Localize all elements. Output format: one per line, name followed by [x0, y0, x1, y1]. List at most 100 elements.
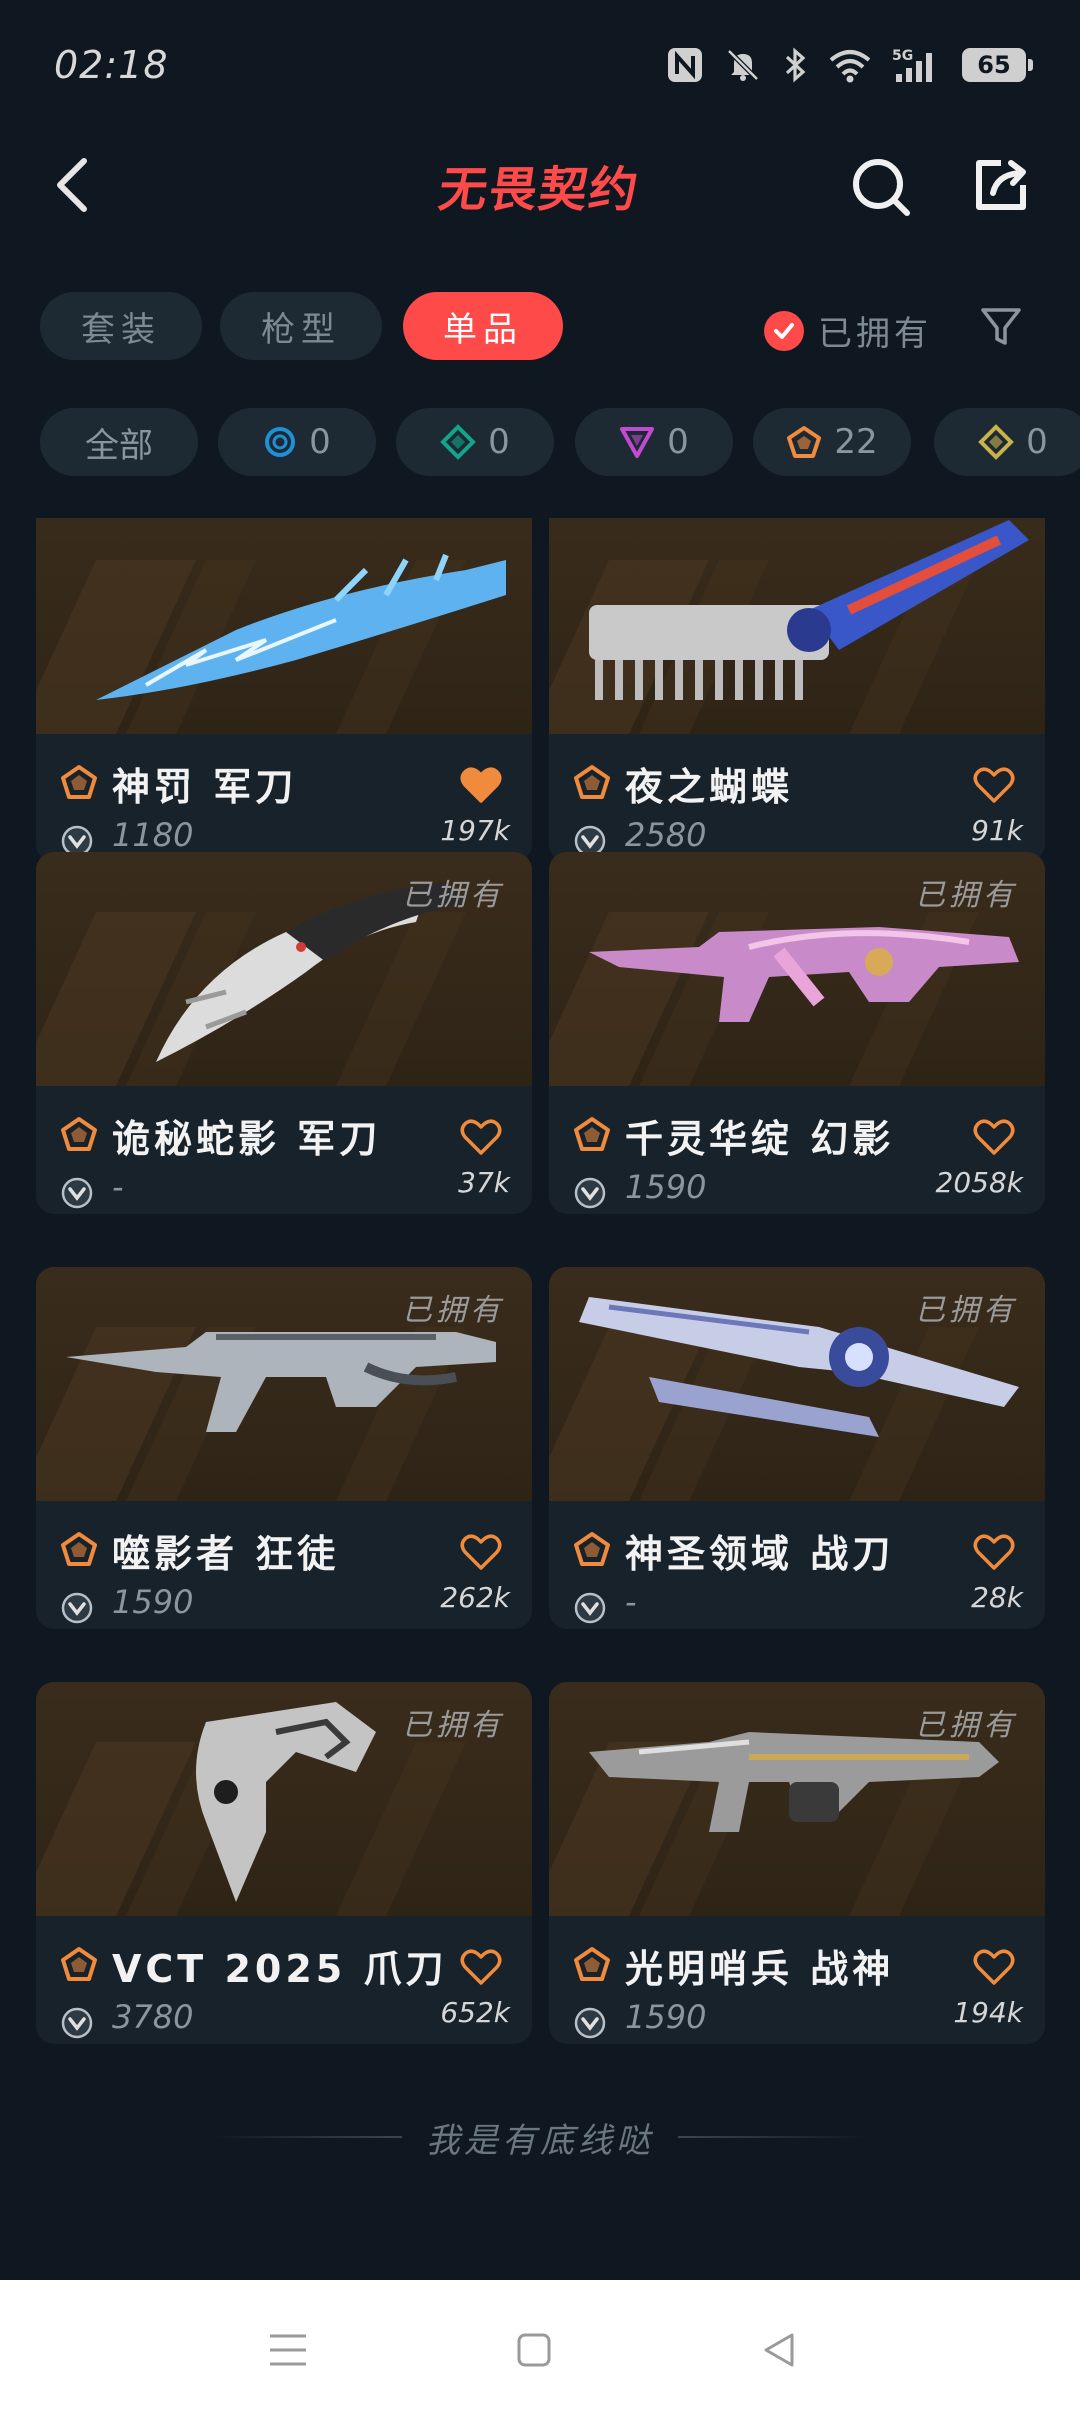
- home-button[interactable]: [504, 2320, 564, 2380]
- like-count: 91k: [971, 814, 1023, 847]
- filter-icon: [981, 308, 1021, 345]
- owned-badge: 已拥有: [402, 1708, 504, 1743]
- tab-bundles[interactable]: 套装: [40, 292, 202, 360]
- exclusive-tier-icon: [61, 1532, 97, 1566]
- status-bar: 02:18 5G 65: [0, 0, 1080, 130]
- heart-icon[interactable]: [973, 1118, 1015, 1156]
- tab-weapon-types[interactable]: 枪型: [220, 292, 382, 360]
- share-button[interactable]: [968, 152, 1034, 218]
- item-name: 噬影者 狂徒: [112, 1532, 340, 1576]
- divider: [212, 2136, 402, 2138]
- item-info: 千灵华绽 幻影 1590 2058k: [549, 1086, 1045, 1214]
- search-icon: [853, 159, 910, 216]
- tier-filter-row: 全部 0 0 0 22 0: [0, 408, 1080, 478]
- item-image: 已拥有: [36, 852, 532, 1086]
- item-name: 夜之蝴蝶: [625, 765, 794, 809]
- item-card[interactable]: 已拥有 神圣领域 战刀 - 28k: [549, 1267, 1045, 1629]
- deluxe-tier-icon: [440, 424, 477, 460]
- owned-badge: 已拥有: [915, 878, 1017, 913]
- item-name: 千灵华绽 幻影: [625, 1117, 895, 1161]
- tab-single-items[interactable]: 单品: [403, 292, 563, 360]
- check-icon: [774, 322, 794, 339]
- triangle-back-icon: [764, 2333, 794, 2367]
- owned-checkbox[interactable]: [764, 310, 804, 351]
- like-count: 37k: [458, 1166, 510, 1199]
- butterfly-knife-icon: [589, 520, 1029, 700]
- back-button[interactable]: [40, 152, 104, 218]
- owned-filter-toggle[interactable]: 已拥有: [764, 306, 932, 355]
- heart-icon[interactable]: [460, 1118, 502, 1156]
- item-name: 神圣领域 战刀: [625, 1532, 895, 1576]
- tier-filter-deluxe[interactable]: 0: [396, 408, 554, 476]
- tier-filter-ultra[interactable]: 0: [934, 408, 1080, 476]
- item-image: [549, 518, 1045, 734]
- vp-currency-icon: [61, 1592, 93, 1624]
- exclusive-tier-icon: [61, 765, 97, 799]
- tier-filter-all[interactable]: 全部: [40, 408, 198, 476]
- wifi-icon: [829, 50, 871, 83]
- item-card[interactable]: 已拥有光明哨兵 战神 1590 194k: [549, 1682, 1045, 2044]
- page-title: 无畏契约: [435, 162, 644, 218]
- item-info: 神罚 军刀 1180 197k: [36, 734, 532, 862]
- item-image: 已拥有: [549, 852, 1045, 1086]
- category-tabs: 套装 枪型 单品 已拥有: [0, 292, 1080, 362]
- system-back-button[interactable]: [748, 2320, 808, 2380]
- item-card[interactable]: 已拥有 VCT 2025 爪刀 3780 652k: [36, 1682, 532, 2044]
- heart-icon[interactable]: [973, 1533, 1015, 1571]
- heart-icon[interactable]: [973, 766, 1015, 804]
- item-price: 1180: [112, 816, 194, 854]
- owned-filter-label: 已拥有: [818, 314, 932, 354]
- share-icon: [976, 160, 1026, 210]
- item-name: 神罚 军刀: [112, 765, 298, 809]
- system-nav-bar: [0, 2280, 1080, 2412]
- item-info: 噬影者 狂徒 1590 262k: [36, 1501, 532, 1629]
- svg-text:5G: 5G: [892, 48, 913, 64]
- nfc-icon: [668, 48, 702, 82]
- heart-icon[interactable]: [460, 1533, 502, 1571]
- tier-filter-exclusive[interactable]: 22: [753, 408, 911, 476]
- like-count: 262k: [440, 1581, 510, 1614]
- item-card[interactable]: 已拥有千灵华绽 幻影 1590 2058k: [549, 852, 1045, 1214]
- vp-currency-icon: [61, 2007, 93, 2039]
- square-icon: [517, 2333, 551, 2367]
- heart-icon[interactable]: [973, 1948, 1015, 1986]
- heart-icon[interactable]: [460, 1948, 502, 1986]
- item-name: VCT 2025 爪刀: [112, 1947, 448, 1991]
- owned-badge: 已拥有: [915, 1708, 1017, 1743]
- tier-filter-premium[interactable]: 0: [575, 408, 733, 476]
- heart-icon[interactable]: [460, 766, 502, 804]
- item-info: 夜之蝴蝶 2580 91k: [549, 734, 1045, 862]
- like-count: 2058k: [935, 1166, 1023, 1199]
- item-info: 诡秘蛇影 军刀 - 37k: [36, 1086, 532, 1214]
- lightning-knife-icon: [96, 553, 506, 700]
- ultra-tier-icon: [978, 424, 1015, 460]
- item-price: -: [112, 1168, 124, 1206]
- item-image: 已拥有: [549, 1682, 1045, 1916]
- item-price: 1590: [112, 1583, 194, 1621]
- premium-tier-icon: [620, 427, 655, 458]
- owned-badge: 已拥有: [402, 1293, 504, 1328]
- tier-filter-select[interactable]: 0: [218, 408, 376, 476]
- exclusive-tier-icon: [61, 1947, 97, 1981]
- filter-button[interactable]: [976, 302, 1026, 352]
- item-card[interactable]: 神罚 军刀 1180 197k: [36, 518, 532, 862]
- tier-filter-count: 0: [667, 422, 689, 462]
- status-icons: 5G 65: [666, 46, 1033, 84]
- end-of-list: 我是有底线哒: [0, 2112, 1080, 2162]
- item-image: 已拥有: [549, 1267, 1045, 1501]
- tab-label: 单品: [443, 309, 523, 350]
- item-card[interactable]: 已拥有噬影者 狂徒 1590 262k: [36, 1267, 532, 1629]
- search-button[interactable]: [848, 154, 914, 220]
- item-info: 光明哨兵 战神 1590 194k: [549, 1916, 1045, 2044]
- recents-button[interactable]: [258, 2320, 318, 2380]
- item-info: VCT 2025 爪刀 3780 652k: [36, 1916, 532, 2044]
- exclusive-tier-icon: [787, 426, 822, 458]
- like-count: 652k: [440, 1996, 510, 2029]
- owned-badge: 已拥有: [915, 1293, 1017, 1328]
- vp-currency-icon: [574, 1592, 606, 1624]
- item-price: 2580: [625, 816, 707, 854]
- item-card[interactable]: 夜之蝴蝶 2580 91k: [549, 518, 1045, 862]
- like-count: 28k: [971, 1581, 1023, 1614]
- app-header: 无畏契约: [0, 130, 1080, 240]
- item-card[interactable]: 已拥有 诡秘蛇影 军刀 - 37k: [36, 852, 532, 1214]
